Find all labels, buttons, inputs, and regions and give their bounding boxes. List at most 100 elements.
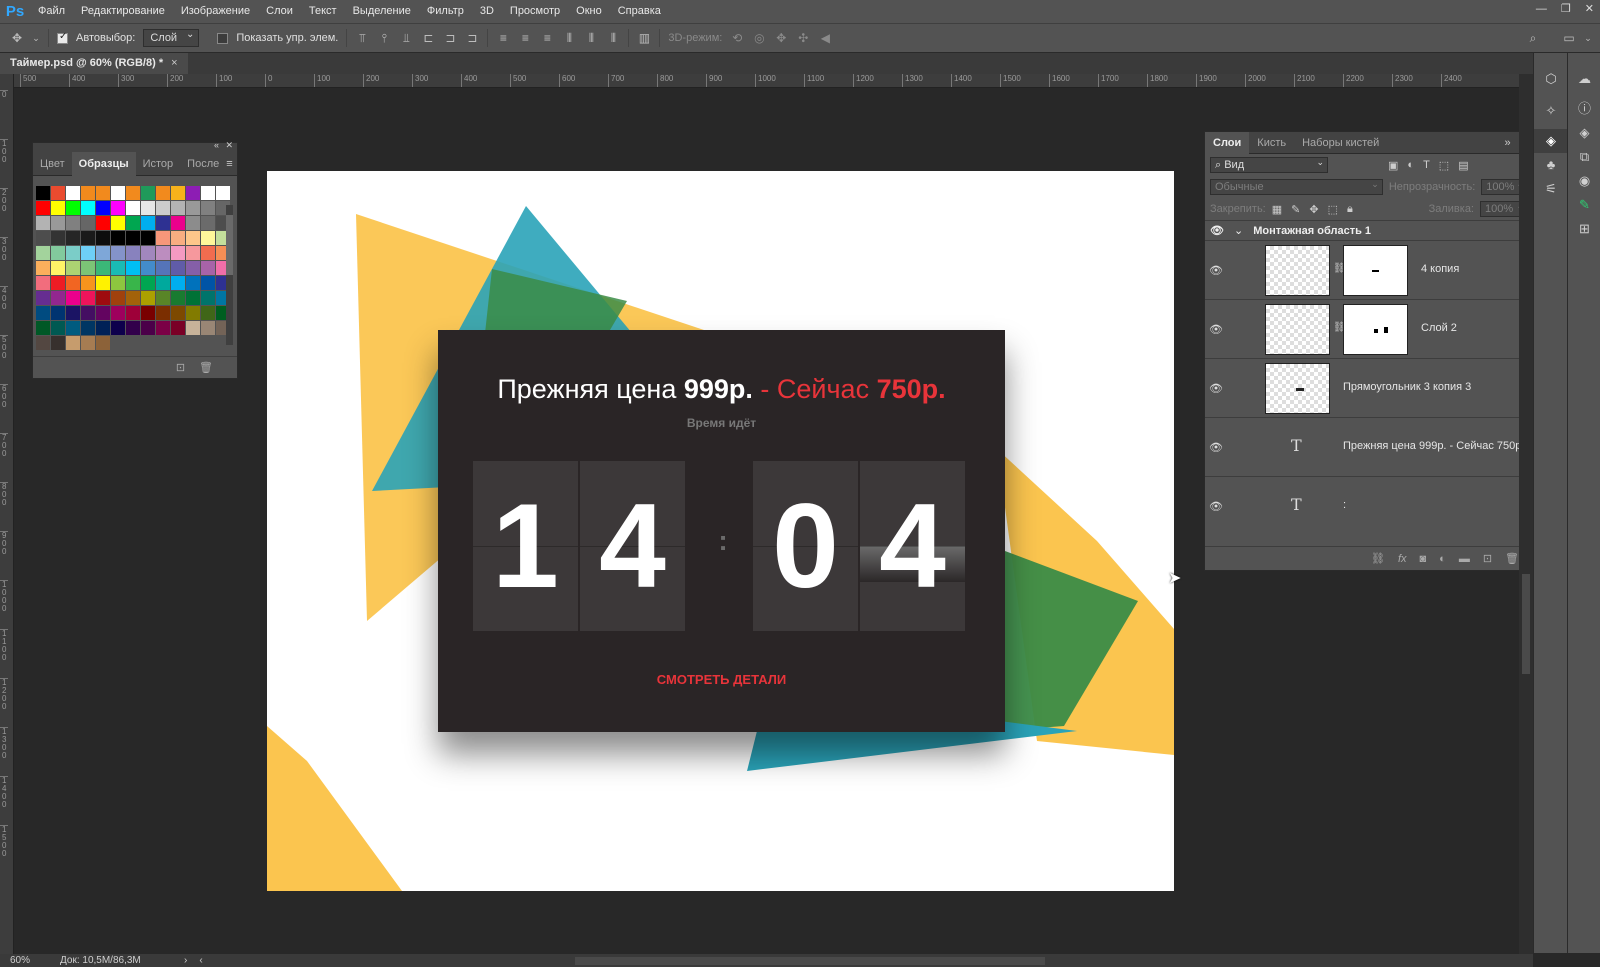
color-swatch[interactable] bbox=[36, 231, 50, 245]
color-swatch[interactable] bbox=[201, 201, 215, 215]
color-swatch[interactable] bbox=[36, 291, 50, 305]
autoselect-checkbox[interactable] bbox=[57, 31, 68, 44]
adjustment-icon[interactable]: ◐ bbox=[1439, 553, 1446, 565]
tab-recent[interactable]: После bbox=[180, 152, 226, 176]
color-swatch[interactable] bbox=[156, 201, 170, 215]
color-swatch[interactable] bbox=[141, 291, 155, 305]
close-tab-icon[interactable]: × bbox=[171, 53, 177, 74]
layer-row[interactable]: 👁︎ ⛓︎ 4 копия bbox=[1205, 240, 1533, 299]
vertical-ruler[interactable]: 0 100 200 300 400 500 600 700 800 900 1000 1100 1200… bbox=[0, 74, 14, 954]
color-swatch[interactable] bbox=[36, 321, 50, 335]
color-swatch[interactable] bbox=[36, 336, 50, 350]
close-window-button[interactable]: ✕ bbox=[1585, 0, 1594, 18]
color-swatch[interactable] bbox=[186, 276, 200, 290]
3d-slide-icon[interactable]: ✣ bbox=[796, 31, 810, 45]
color-swatch[interactable] bbox=[81, 216, 95, 230]
color-swatch[interactable] bbox=[111, 321, 125, 335]
chevron-down-icon[interactable]: ⌄ bbox=[32, 31, 40, 45]
align-bottom-icon[interactable]: ⫫ bbox=[399, 31, 413, 45]
align-vcenter-icon[interactable]: ⫯ bbox=[377, 31, 391, 45]
color-swatch[interactable] bbox=[66, 201, 80, 215]
color-swatch[interactable] bbox=[186, 231, 200, 245]
tab-history[interactable]: Истор bbox=[136, 152, 181, 176]
color-swatch[interactable] bbox=[36, 216, 50, 230]
color-swatch[interactable] bbox=[171, 201, 185, 215]
color-swatch[interactable] bbox=[66, 261, 80, 275]
color-swatch[interactable] bbox=[171, 231, 185, 245]
layer-row[interactable]: 👁︎ T Прежняя цена 999р. - Сейчас 750р. bbox=[1205, 417, 1533, 476]
swatches-scrollbar[interactable] bbox=[226, 205, 233, 345]
color-swatch[interactable] bbox=[96, 186, 110, 200]
color-swatch[interactable] bbox=[81, 276, 95, 290]
color-swatch[interactable] bbox=[81, 291, 95, 305]
folder-icon[interactable]: ▬ bbox=[1459, 553, 1470, 565]
move-tool-icon[interactable]: ✥ bbox=[10, 31, 24, 45]
color-swatch[interactable] bbox=[36, 201, 50, 215]
collapse-panel-icon[interactable]: « bbox=[214, 140, 219, 150]
color-swatch[interactable] bbox=[111, 186, 125, 200]
color-swatch[interactable] bbox=[156, 306, 170, 320]
canvas-artboard[interactable]: Прежняя цена 999р. - Сейчас 750р. Время … bbox=[267, 171, 1174, 891]
color-swatch[interactable] bbox=[111, 291, 125, 305]
color-swatch[interactable] bbox=[186, 216, 200, 230]
color-swatch[interactable] bbox=[96, 336, 110, 350]
color-swatch[interactable] bbox=[96, 276, 110, 290]
color-swatch[interactable] bbox=[111, 216, 125, 230]
mask-icon[interactable]: ◙ bbox=[1420, 553, 1427, 565]
lock-transparent-icon[interactable]: ▦ bbox=[1272, 203, 1282, 216]
trash-icon[interactable]: 🗑︎ bbox=[199, 361, 213, 374]
layers-panel-icon[interactable]: ◈ bbox=[1534, 129, 1568, 153]
expand-icon[interactable]: » bbox=[1504, 137, 1510, 149]
distribute-bottom-icon[interactable]: ≡ bbox=[540, 31, 554, 45]
smart-filter-icon[interactable]: ▤ bbox=[1458, 159, 1468, 172]
type-filter-icon[interactable]: T bbox=[1423, 159, 1430, 172]
eye-icon[interactable]: 👁︎ bbox=[1205, 441, 1227, 454]
color-swatch[interactable] bbox=[51, 231, 65, 245]
color-swatch[interactable] bbox=[81, 336, 95, 350]
color-swatch[interactable] bbox=[81, 231, 95, 245]
color-swatch[interactable] bbox=[126, 306, 140, 320]
layers-stack-icon[interactable]: ◈ bbox=[1568, 121, 1600, 145]
color-swatch[interactable] bbox=[171, 321, 185, 335]
color-swatch[interactable] bbox=[96, 216, 110, 230]
color-swatch[interactable] bbox=[81, 306, 95, 320]
color-swatch[interactable] bbox=[216, 186, 230, 200]
document-tab[interactable]: Таймер.psd @ 60% (RGB/8) * × bbox=[0, 53, 188, 74]
scroll-left-icon[interactable]: ‹ bbox=[199, 955, 202, 966]
color-swatch[interactable] bbox=[36, 261, 50, 275]
color-swatch[interactable] bbox=[51, 201, 65, 215]
color-swatch[interactable] bbox=[201, 231, 215, 245]
panel-menu-icon[interactable]: ≡ bbox=[226, 158, 232, 170]
channels-icon[interactable]: ♣ bbox=[1534, 153, 1568, 177]
color-swatch[interactable] bbox=[51, 336, 65, 350]
canvas-horizontal-scrollbar[interactable] bbox=[575, 957, 1045, 965]
grid-icon[interactable]: ⊞ bbox=[1568, 217, 1600, 241]
color-swatch[interactable] bbox=[126, 201, 140, 215]
color-swatch[interactable] bbox=[156, 261, 170, 275]
history-icon[interactable]: ⧉ bbox=[1568, 145, 1600, 169]
align-hcenter-icon[interactable]: ⊐ bbox=[443, 31, 457, 45]
fx-icon[interactable]: fx bbox=[1398, 553, 1407, 565]
color-swatch[interactable] bbox=[186, 291, 200, 305]
layer-row[interactable]: 👁︎ ⛓︎ Слой 2 bbox=[1205, 299, 1533, 358]
color-swatch[interactable] bbox=[81, 246, 95, 260]
color-swatch[interactable] bbox=[141, 321, 155, 335]
3d-scale-icon[interactable]: ◀ bbox=[818, 31, 832, 45]
color-swatch[interactable] bbox=[96, 291, 110, 305]
lock-brush-icon[interactable]: ✎ bbox=[1291, 203, 1300, 216]
eye-icon[interactable]: 👁︎ bbox=[1210, 224, 1224, 237]
color-swatch[interactable] bbox=[126, 231, 140, 245]
color-swatch[interactable] bbox=[96, 261, 110, 275]
color-swatch[interactable] bbox=[126, 261, 140, 275]
color-swatch[interactable] bbox=[36, 246, 50, 260]
autoselect-dropdown[interactable]: Слой bbox=[143, 27, 200, 47]
pixel-filter-icon[interactable]: ▣ bbox=[1388, 159, 1398, 172]
color-swatch[interactable] bbox=[36, 306, 50, 320]
shape-filter-icon[interactable]: ⬚ bbox=[1439, 159, 1449, 172]
menu-item[interactable]: Редактирование bbox=[73, 0, 173, 23]
color-swatch[interactable] bbox=[111, 276, 125, 290]
color-swatch[interactable] bbox=[141, 231, 155, 245]
trash-icon[interactable]: 🗑︎ bbox=[1505, 552, 1519, 565]
color-swatch[interactable] bbox=[51, 246, 65, 260]
workspace-icon[interactable]: ▭ bbox=[1562, 31, 1576, 45]
